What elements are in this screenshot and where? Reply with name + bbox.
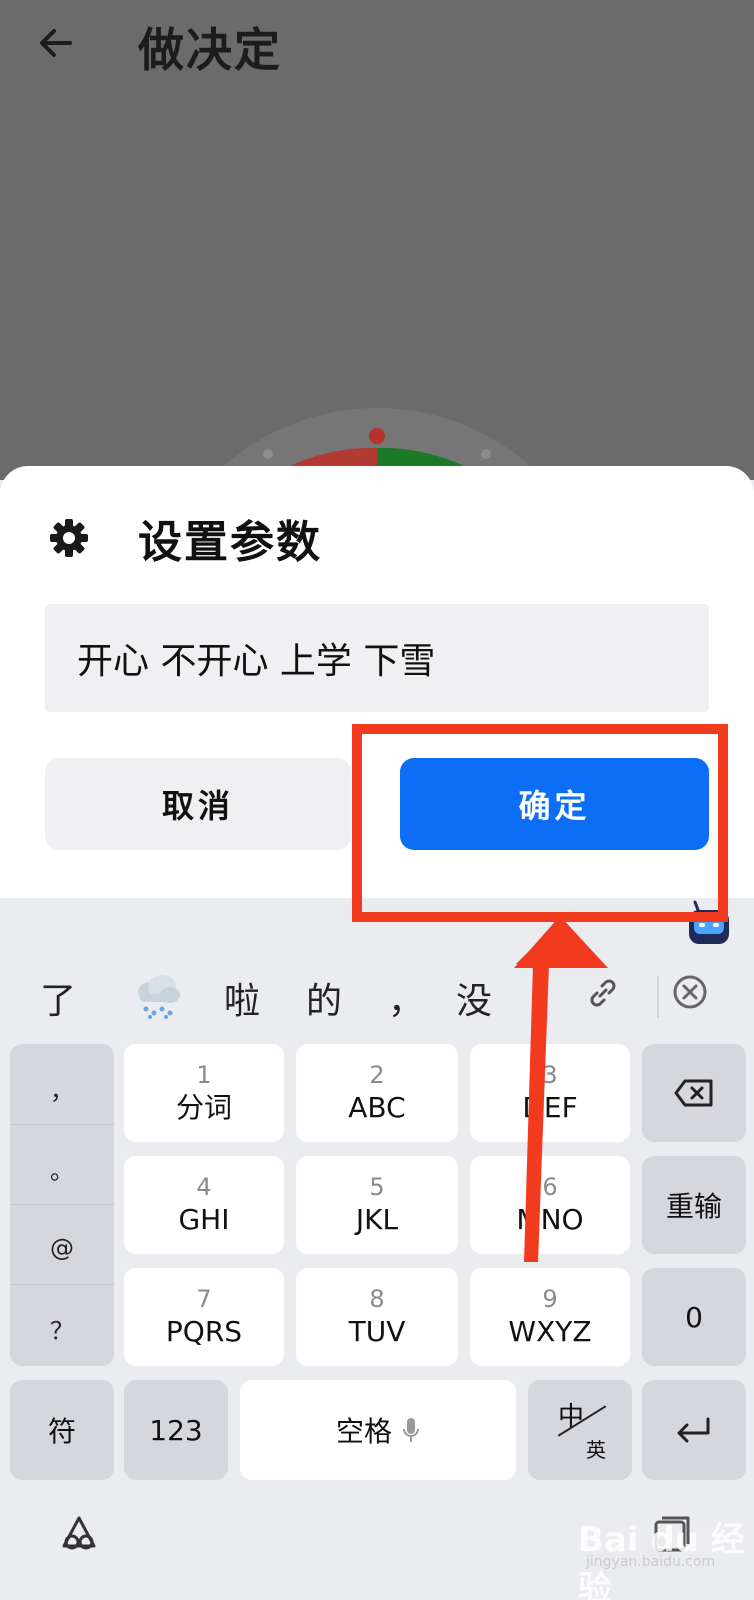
key-2[interactable]: 2 ABC (296, 1044, 458, 1142)
key-5[interactable]: 5 JKL (296, 1156, 458, 1254)
arrow-left-icon (40, 29, 72, 57)
candidate-divider (657, 976, 659, 1018)
key-digit: 5 (369, 1173, 385, 1201)
candidate-3[interactable]: 的 (306, 972, 342, 1024)
key-letters: ABC (348, 1091, 406, 1124)
back-button[interactable] (30, 18, 80, 68)
candidate-5[interactable]: 没 (456, 972, 492, 1024)
symbol-key[interactable]: 符 (10, 1380, 114, 1480)
key-digit: 6 (542, 1173, 558, 1201)
key-letters: DEF (522, 1091, 578, 1124)
dialog-title: 设置参数 (138, 517, 322, 568)
key-1[interactable]: 1 分词 (124, 1044, 284, 1142)
candidate-2[interactable]: 啦 (224, 972, 260, 1024)
punct-period-key[interactable]: 。 (10, 1128, 114, 1208)
enter-icon (677, 1417, 710, 1443)
key-letters: GHI (178, 1203, 230, 1236)
app-background: 做决定 (0, 0, 754, 480)
wheel-dot-right (481, 449, 491, 459)
key-digit: 9 (542, 1285, 558, 1313)
decision-wheel (209, 408, 545, 480)
parameters-input[interactable] (45, 604, 709, 712)
backspace-icon (674, 1079, 713, 1107)
close-candidates-icon[interactable] (672, 974, 708, 1010)
punctuation-column: ， 。 @ ？ (10, 1044, 114, 1366)
backspace-key[interactable] (642, 1044, 746, 1142)
key-letters: TUV (348, 1315, 406, 1348)
link-icon[interactable] (586, 976, 620, 1010)
key-8[interactable]: 8 TUV (296, 1268, 458, 1366)
key-letters: PQRS (165, 1315, 243, 1348)
key-letters: 分词 (175, 1091, 232, 1124)
key-3[interactable]: 3 DEF (470, 1044, 630, 1142)
language-switch-key[interactable]: 中 英 (528, 1380, 632, 1480)
key-6[interactable]: 6 MNO (470, 1156, 630, 1254)
page-title: 做决定 (138, 23, 282, 77)
key-digit: 8 (369, 1285, 385, 1313)
key-letters: JKL (355, 1203, 399, 1236)
punct-comma-key[interactable]: ， (10, 1048, 114, 1128)
enter-key[interactable] (642, 1380, 746, 1480)
reinput-key[interactable]: 重输 (642, 1156, 746, 1254)
space-key[interactable]: 空格 (240, 1380, 516, 1480)
microphone-icon (403, 1418, 419, 1442)
key-4[interactable]: 4 GHI (124, 1156, 284, 1254)
snow-cloud-icon[interactable] (132, 970, 184, 1020)
candidate-1[interactable]: 了 (40, 972, 76, 1024)
key-letters: MNO (516, 1203, 584, 1236)
key-digit: 2 (369, 1061, 385, 1089)
key-digit: 3 (542, 1061, 558, 1089)
cancel-button[interactable]: 取消 (45, 758, 351, 850)
dialog-header: 设置参数 (48, 506, 322, 570)
key-7[interactable]: 7 PQRS (124, 1268, 284, 1366)
punct-question-key[interactable]: ？ (10, 1288, 114, 1368)
key-9[interactable]: 9 WXYZ (470, 1268, 630, 1366)
key-letters: WXYZ (508, 1315, 592, 1348)
numeric-key[interactable]: 123 (124, 1380, 228, 1480)
key-digit: 1 (196, 1061, 212, 1089)
annotation-highlight-box (352, 724, 728, 922)
punct-at-key[interactable]: @ (10, 1208, 114, 1288)
punct-separator (10, 1124, 114, 1125)
space-label: 空格 (335, 1415, 392, 1448)
punct-separator (10, 1284, 114, 1285)
zero-key[interactable]: 0 (642, 1268, 746, 1366)
key-digit: 4 (196, 1173, 212, 1201)
candidate-bar: 了 啦 的 ， 没 (0, 960, 754, 1032)
key-digit: 7 (196, 1285, 212, 1313)
gear-icon (50, 519, 88, 557)
lang-en-label: 英 (586, 1438, 606, 1462)
watermark-url: jingyan.baidu.com (586, 1554, 716, 1570)
candidate-4[interactable]: ， (388, 972, 424, 1024)
wheel-dot-left (263, 449, 273, 459)
wheel-pointer (369, 428, 385, 444)
keyboard-logo-icon[interactable] (58, 1514, 100, 1554)
punct-separator (10, 1204, 114, 1205)
